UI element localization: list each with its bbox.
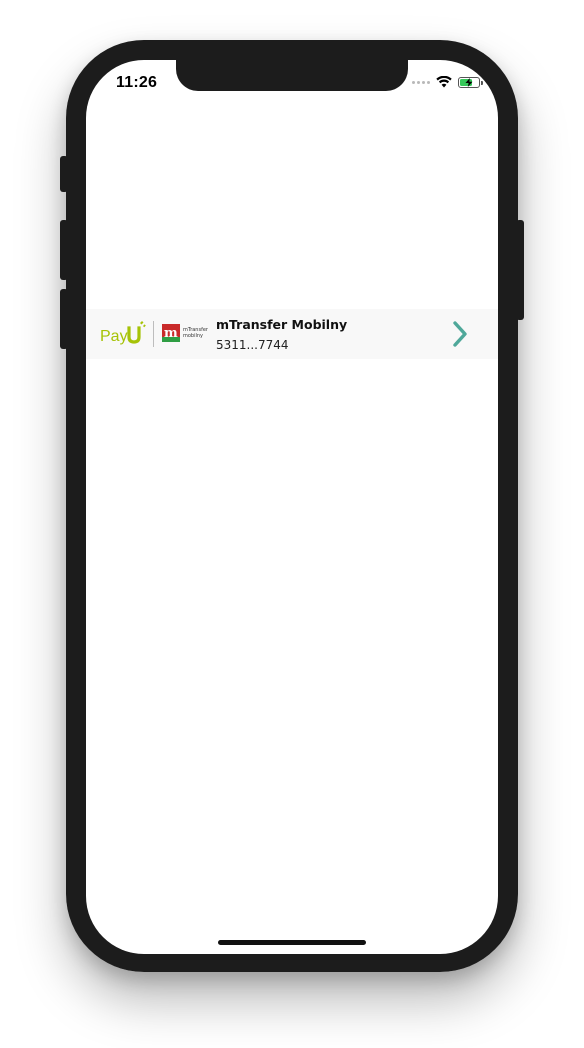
svg-text:mobilny: mobilny [183,333,203,339]
svg-text:Pay: Pay [100,328,128,345]
chevron-right-icon[interactable] [450,320,470,348]
device-canvas: 11:26 Pay m mTransfer mobilny mTransfer … [0,0,584,1048]
status-time: 11:26 [116,74,158,91]
battery-icon [458,76,483,88]
cellular-signal-icon [412,80,430,84]
phone-screen: 11:26 Pay m mTransfer mobilny mTransfer … [86,60,498,954]
wifi-icon [436,76,452,88]
payment-method-row[interactable]: Pay m mTransfer mobilny mTransfer Mobiln… [86,309,498,359]
payu-logo: Pay [100,321,146,345]
payment-method-name: mTransfer Mobilny [216,317,348,332]
notch [176,60,408,91]
payment-account-number: 5311...7744 [216,338,289,352]
home-indicator[interactable] [218,940,366,945]
charging-bolt-icon [465,77,473,87]
mtransfer-mobilny-logo: m mTransfer mobilny [162,324,209,342]
logo-divider [153,321,154,347]
svg-text:m: m [164,326,178,341]
status-icons [412,76,483,88]
